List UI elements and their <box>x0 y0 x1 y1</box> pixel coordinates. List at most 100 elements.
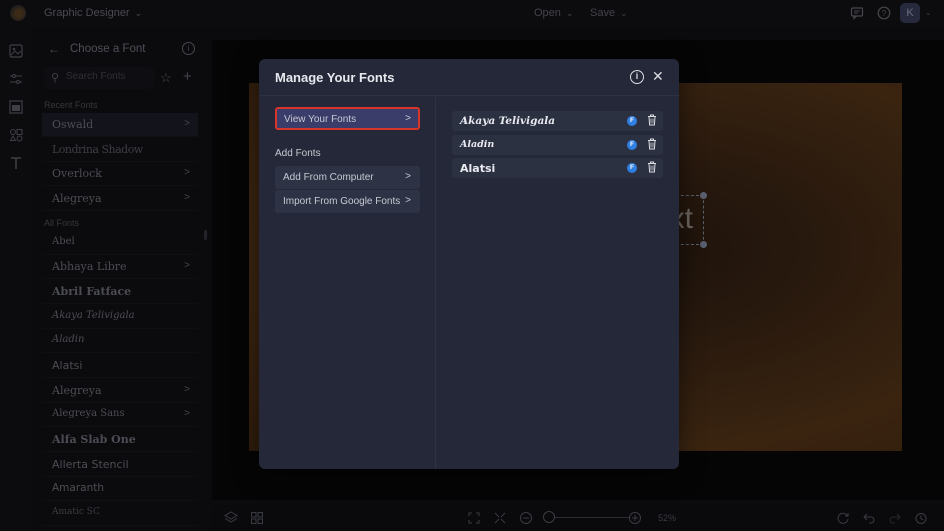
add-font-icon[interactable]: + <box>183 68 192 85</box>
font-name: Alegreya <box>52 384 102 397</box>
zoom-slider-track[interactable] <box>545 517 630 518</box>
font-list-item[interactable]: Abril Fatface <box>42 280 198 304</box>
resize-handle[interactable] <box>700 241 707 248</box>
redo-icon[interactable] <box>888 511 902 525</box>
chevron-right-icon: > <box>184 260 190 271</box>
font-name: Alatsi <box>52 359 83 372</box>
chevron-down-icon: ⌄ <box>134 8 143 18</box>
text-tool-icon[interactable] <box>8 156 23 171</box>
top-bar: Graphic Designer ⌄ Open ⌄ Save ⌄ ? K ⌄ <box>0 0 944 28</box>
back-arrow-icon[interactable]: ← <box>48 42 60 56</box>
font-name: Allerta Stencil <box>52 458 129 471</box>
font-list-item[interactable]: Allerta Stencil <box>42 453 198 477</box>
font-name: Abel <box>52 236 75 247</box>
font-list-item[interactable]: Abhaya Libre > <box>42 255 198 279</box>
font-badge-icon: F <box>627 140 637 150</box>
app: Graphic Designer ⌄ Open ⌄ Save ⌄ ? K ⌄ ← <box>0 0 944 531</box>
project-menu[interactable]: Graphic Designer ⌄ <box>44 7 142 19</box>
font-name: Akaya Telivigala <box>52 310 135 321</box>
font-list-scrollbar[interactable] <box>204 230 207 240</box>
font-name: Amatic SC <box>52 507 100 517</box>
delete-trash-icon[interactable] <box>647 114 657 126</box>
font-list-item[interactable]: Londrina Shadow <box>42 138 198 162</box>
chevron-down-icon: ⌄ <box>620 8 628 18</box>
font-list-item[interactable]: Aladin <box>42 329 198 353</box>
import-google-fonts-button[interactable]: Import From Google Fonts > <box>275 190 420 213</box>
save-menu[interactable]: Save ⌄ <box>590 7 628 19</box>
left-tool-rail <box>0 28 32 531</box>
chevron-down-icon[interactable]: ⌄ <box>925 8 932 17</box>
refresh-icon[interactable] <box>836 511 850 525</box>
info-icon[interactable]: i <box>630 70 644 84</box>
close-icon[interactable]: ✕ <box>652 68 664 85</box>
font-name: Oswald <box>52 118 94 131</box>
svg-text:?: ? <box>882 9 887 18</box>
project-name: Graphic Designer <box>44 7 130 19</box>
save-label: Save <box>590 7 616 19</box>
add-from-computer-label: Add From Computer <box>283 172 374 183</box>
font-list-item[interactable]: Alfa Slab One <box>42 428 198 452</box>
chevron-right-icon: > <box>184 384 190 395</box>
font-name: Aladin <box>460 139 495 150</box>
font-name: Alfa Slab One <box>52 433 136 446</box>
chevron-right-icon: > <box>405 195 411 206</box>
history-icon[interactable] <box>914 511 928 525</box>
grid-icon[interactable] <box>250 511 264 525</box>
search-fonts-input[interactable] <box>66 71 152 82</box>
zoom-slider-handle[interactable] <box>543 511 556 523</box>
font-list-item[interactable]: Overlock > <box>42 162 198 186</box>
font-list-item[interactable]: Amatic SC <box>42 502 198 526</box>
layout-icon[interactable] <box>8 100 23 115</box>
chevron-right-icon: > <box>184 118 190 129</box>
font-list-item[interactable]: Alegreya > <box>42 187 198 211</box>
search-box: ⚲ <box>44 67 154 89</box>
font-badge-icon: F <box>627 163 637 173</box>
modal-header: Manage Your Fonts i ✕ <box>259 59 679 96</box>
zoom-in-icon[interactable] <box>628 511 642 525</box>
add-from-computer-button[interactable]: Add From Computer > <box>275 166 420 189</box>
chevron-right-icon: > <box>405 113 411 124</box>
search-icon: ⚲ <box>51 72 60 84</box>
favorites-star-icon[interactable]: ☆ <box>160 70 172 86</box>
delete-trash-icon[interactable] <box>647 138 657 150</box>
font-list-item[interactable]: Akaya Telivigala <box>42 305 198 329</box>
layers-icon[interactable] <box>224 511 238 525</box>
font-list-item[interactable]: Alatsi <box>42 354 198 378</box>
user-font-item: Akaya Telivigala F <box>452 111 663 131</box>
help-icon[interactable]: ? <box>877 6 891 20</box>
actual-size-icon[interactable] <box>493 511 507 525</box>
modal-sidebar: View Your Fonts > Add Fonts Add From Com… <box>259 97 436 469</box>
bottom-toolbar: 52% <box>212 505 944 531</box>
manage-fonts-modal: Manage Your Fonts i ✕ View Your Fonts > … <box>259 59 679 469</box>
font-name: Amaranth <box>52 482 105 494</box>
graphics-icon[interactable] <box>8 128 23 143</box>
font-list-item[interactable]: Abel <box>42 231 198 255</box>
font-list-item[interactable]: Alegreya > <box>42 379 198 403</box>
user-avatar[interactable]: K <box>900 3 920 23</box>
font-name: Aladin <box>52 334 85 345</box>
images-icon[interactable] <box>8 44 23 59</box>
adjustments-icon[interactable] <box>8 72 23 87</box>
app-logo[interactable] <box>10 5 26 21</box>
chevron-right-icon: > <box>405 171 411 182</box>
info-icon[interactable]: i <box>182 42 195 55</box>
font-list-item[interactable]: Amaranth <box>42 477 198 501</box>
font-name: Londrina Shadow <box>52 143 143 156</box>
zoom-out-icon[interactable] <box>519 511 533 525</box>
all-fonts-label: All Fonts <box>44 218 80 228</box>
view-your-fonts-button[interactable]: View Your Fonts > <box>275 107 420 130</box>
font-name: Abril Fatface <box>52 285 132 298</box>
undo-icon[interactable] <box>862 511 876 525</box>
fit-screen-icon[interactable] <box>467 511 481 525</box>
font-list-item[interactable]: Oswald > <box>42 113 198 137</box>
recent-fonts-label: Recent Fonts <box>44 100 98 110</box>
font-name: Overlock <box>52 167 102 180</box>
font-name: Abhaya Libre <box>52 260 127 273</box>
feedback-icon[interactable] <box>850 6 864 20</box>
resize-handle[interactable] <box>700 192 707 199</box>
chevron-right-icon: > <box>184 167 190 178</box>
open-menu[interactable]: Open ⌄ <box>534 7 573 19</box>
chevron-down-icon: ⌄ <box>565 8 574 18</box>
font-list-item[interactable]: Alegreya Sans > <box>42 403 198 427</box>
delete-trash-icon[interactable] <box>647 161 657 173</box>
